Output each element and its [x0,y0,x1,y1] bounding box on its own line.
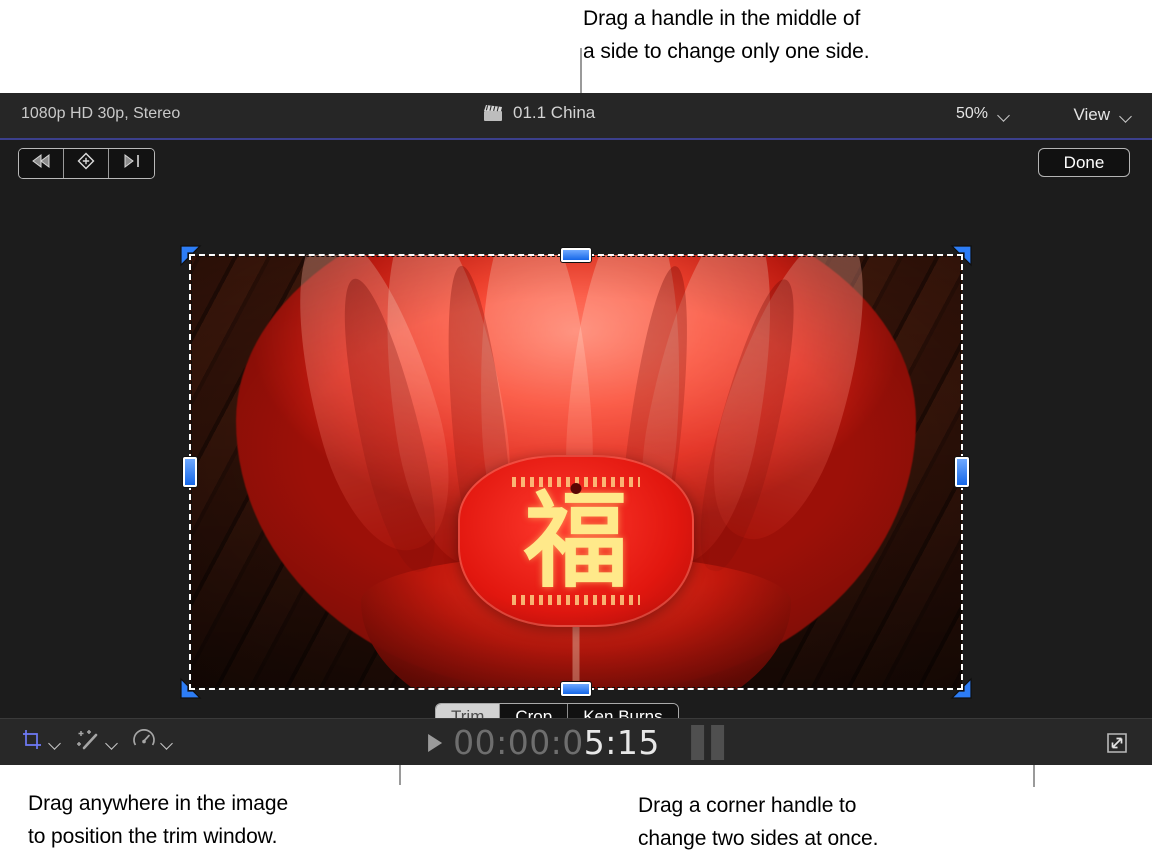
zoom-level-menu[interactable]: 50% [956,105,1010,123]
play-icon[interactable] [428,734,442,752]
next-keyframe-button[interactable] [109,149,154,178]
crop-handle-top[interactable] [561,248,591,262]
timecode-display[interactable]: 00:00:05:15 [453,723,660,762]
clip-format-label: 1080p HD 30p, Stereo [21,105,180,123]
pause-icon[interactable] [691,725,724,760]
expand-button[interactable] [1104,730,1130,761]
crop-handle-left[interactable] [183,457,197,487]
speed-tool-button[interactable] [132,728,173,757]
previous-keyframe-icon [30,154,52,173]
crop-handle-top-left[interactable] [180,245,202,267]
callout-drag-image: Drag anywhere in the image to position t… [28,787,400,853]
callout-corner-handle: Drag a corner handle to change two sides… [638,789,1058,855]
crop-handle-bottom[interactable] [561,682,591,696]
chevron-down-icon[interactable] [50,739,61,746]
keyframe-navigation-group [18,148,155,179]
next-keyframe-icon [121,154,143,173]
chevron-down-icon[interactable] [162,739,173,746]
pause-bar [711,725,724,760]
screenshot-root: Drag a handle in the middle of a side to… [0,0,1152,859]
view-menu-label: View [1073,105,1110,125]
previous-keyframe-button[interactable] [19,149,64,178]
image-vignette [190,255,962,689]
chevron-down-icon [999,111,1010,118]
clip-name-group: 01.1 China [483,103,595,123]
crop-handle-top-right[interactable] [950,245,972,267]
bottom-tool-group [20,728,173,757]
enhance-tool-button[interactable] [75,728,118,757]
done-button[interactable]: Done [1038,148,1130,177]
video-image[interactable]: 福 [190,255,962,689]
timecode-leading-zeros: 00:00:0 [453,723,584,762]
view-menu[interactable]: View [1073,105,1132,125]
crop-handle-right[interactable] [955,457,969,487]
viewer-canvas[interactable]: Done [0,140,1152,718]
crop-tool-button[interactable] [20,728,61,757]
expand-icon [1104,743,1130,760]
magic-wand-icon [75,728,101,757]
clapperboard-icon [483,104,503,122]
chevron-down-icon[interactable] [107,739,118,746]
transport-controls: 00:00:05:15 [428,723,724,762]
speedometer-icon [132,728,156,757]
crop-handle-bottom-left[interactable] [180,677,202,699]
pause-bar [691,725,704,760]
viewer-window: 1080p HD 30p, Stereo 01.1 China 50% View [0,93,1152,765]
timecode-current: 5:15 [584,723,660,762]
viewer-header-bar: 1080p HD 30p, Stereo 01.1 China 50% View [0,93,1152,138]
crop-icon [20,728,44,757]
crop-frame[interactable]: 福 [190,255,962,689]
chevron-down-icon [1121,112,1132,119]
zoom-level-value: 50% [956,105,988,123]
clip-name-label: 01.1 China [513,103,595,123]
add-keyframe-button[interactable] [64,149,109,178]
callout-top-side-handle: Drag a handle in the middle of a side to… [583,2,1003,68]
crop-handle-bottom-right[interactable] [950,677,972,699]
add-keyframe-icon [76,151,96,176]
viewer-bottom-toolbar: 00:00:05:15 [0,718,1152,765]
